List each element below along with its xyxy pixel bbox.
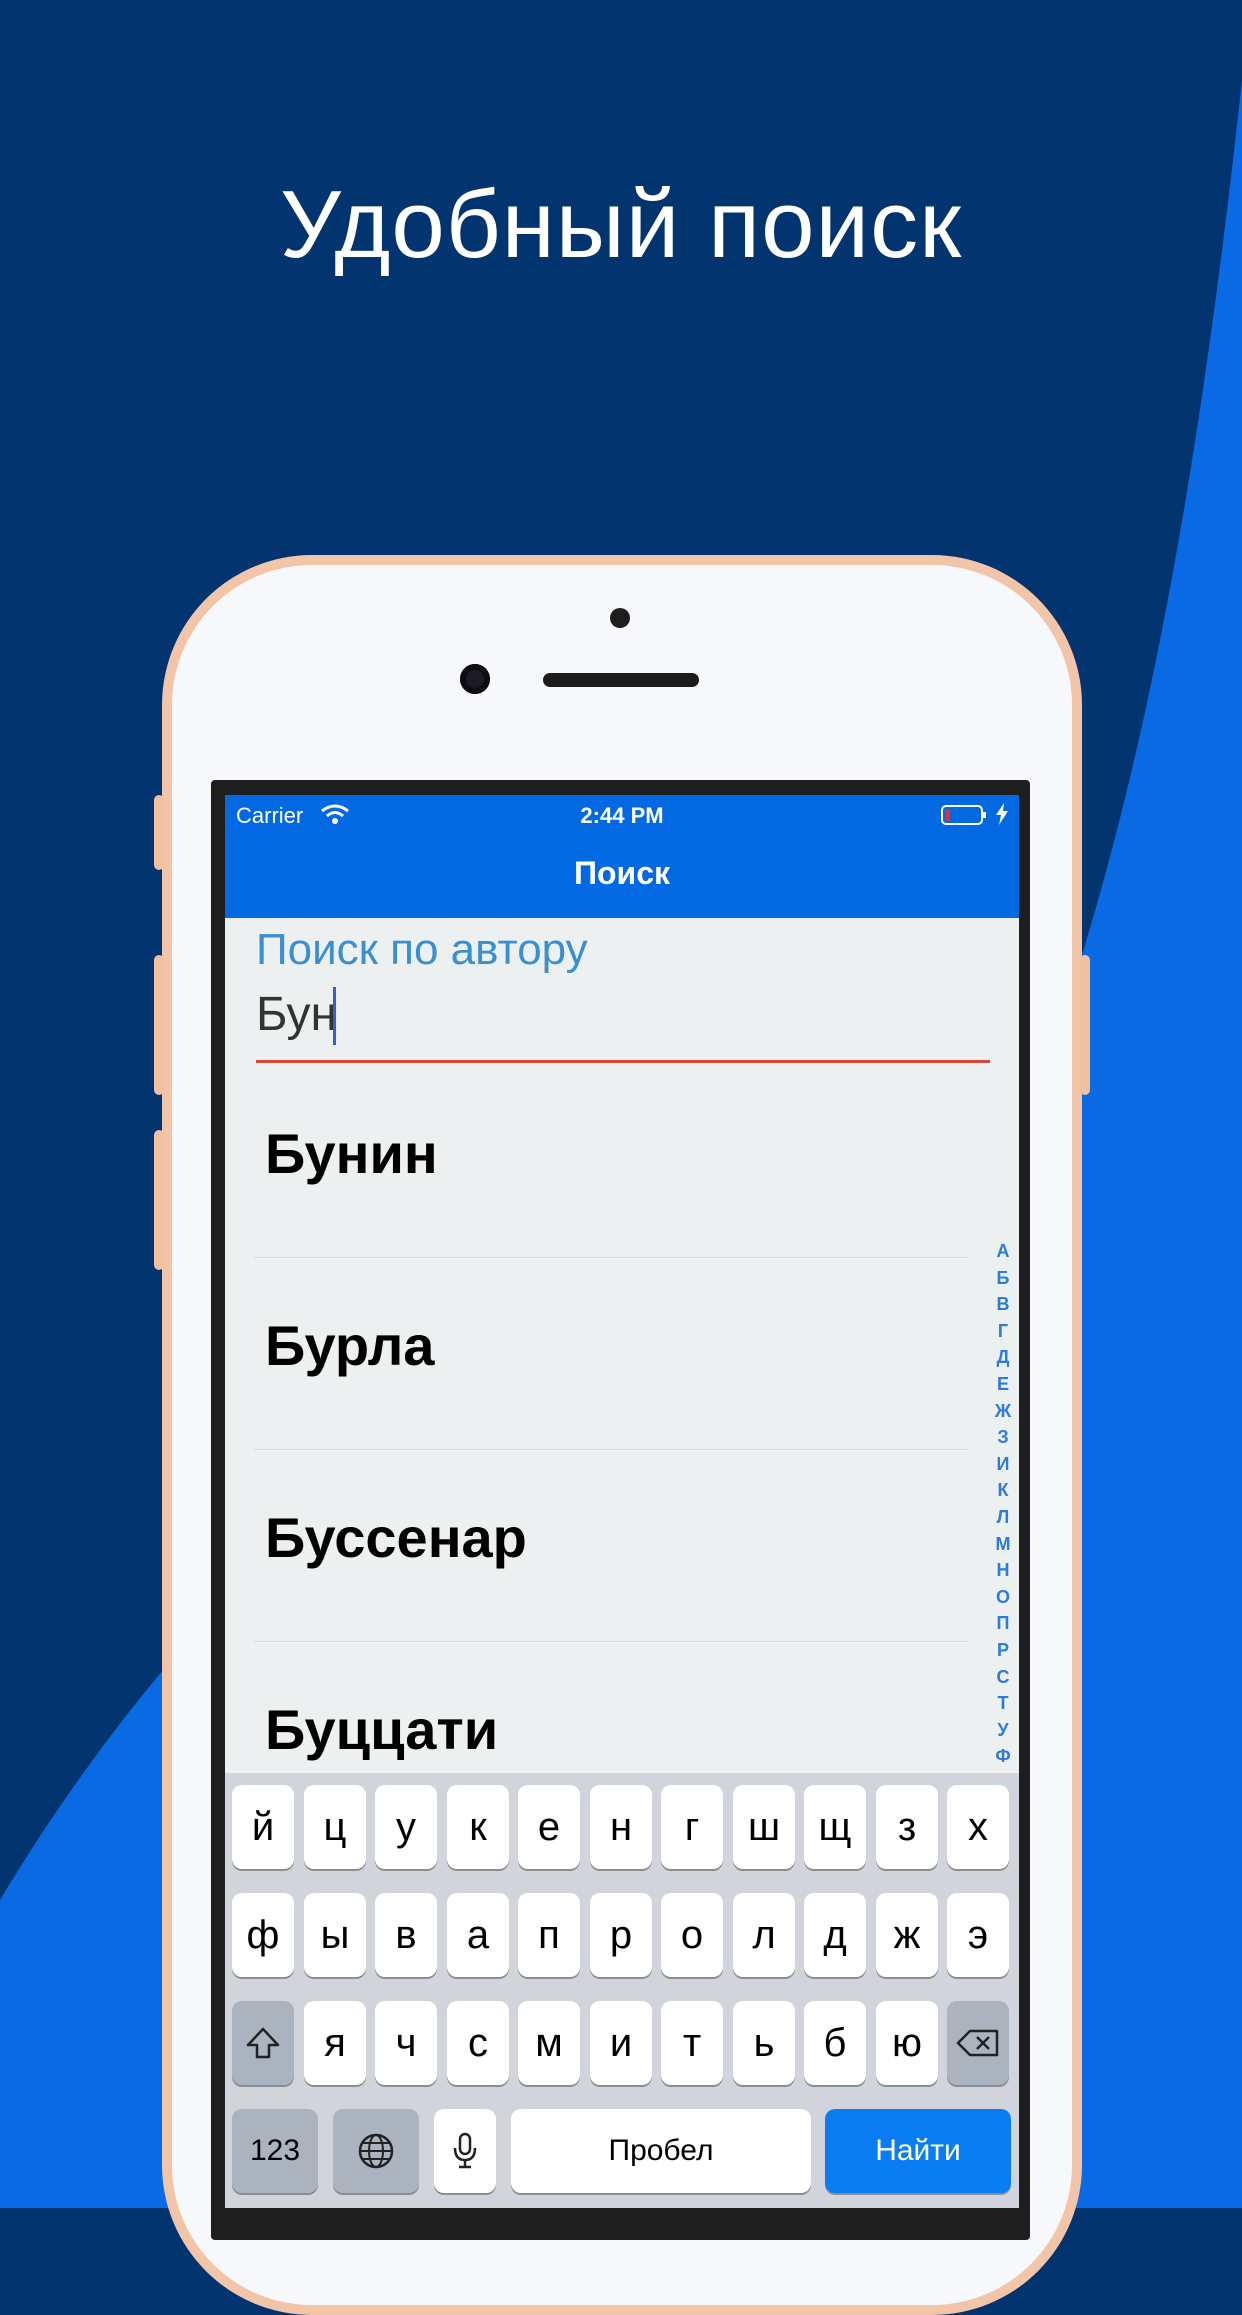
shift-key[interactable]: [232, 2001, 294, 2085]
result-label: Буццати: [265, 1698, 499, 1761]
key[interactable]: и: [590, 2001, 652, 2085]
index-letter[interactable]: О: [991, 1584, 1015, 1611]
key[interactable]: р: [590, 1893, 652, 1977]
key[interactable]: т: [661, 2001, 723, 2085]
volume-up-button: [154, 955, 164, 1095]
key[interactable]: с: [447, 2001, 509, 2085]
key[interactable]: э: [947, 1893, 1009, 1977]
keyboard: й ц у к е н г ш щ з х ф ы в а п р о л д …: [225, 1773, 1019, 2208]
index-letter[interactable]: Б: [991, 1265, 1015, 1292]
index-letter[interactable]: П: [991, 1610, 1015, 1637]
earpiece-speaker: [543, 673, 699, 687]
index-letter[interactable]: И: [991, 1451, 1015, 1478]
key[interactable]: х: [947, 1785, 1009, 1869]
key[interactable]: ч: [375, 2001, 437, 2085]
key[interactable]: о: [661, 1893, 723, 1977]
key[interactable]: е: [518, 1785, 580, 1869]
index-letter[interactable]: В: [991, 1291, 1015, 1318]
key[interactable]: а: [447, 1893, 509, 1977]
key[interactable]: я: [304, 2001, 366, 2085]
key[interactable]: щ: [804, 1785, 866, 1869]
key[interactable]: й: [232, 1785, 294, 1869]
key[interactable]: н: [590, 1785, 652, 1869]
index-letter[interactable]: З: [991, 1424, 1015, 1451]
status-time: 2:44 PM: [580, 803, 664, 828]
globe-icon: [358, 2133, 394, 2169]
volume-down-button: [154, 1130, 164, 1270]
key[interactable]: ж: [876, 1893, 938, 1977]
search-go-button[interactable]: Найти: [825, 2109, 1011, 2193]
search-field-label: Поиск по автору: [256, 925, 588, 974]
key[interactable]: г: [661, 1785, 723, 1869]
result-label: Буссенар: [265, 1506, 527, 1569]
key[interactable]: в: [375, 1893, 437, 1977]
key[interactable]: з: [876, 1785, 938, 1869]
microphone-icon: [453, 2132, 477, 2169]
navigation-bar: Поиск: [225, 835, 1019, 918]
index-letter[interactable]: Р: [991, 1637, 1015, 1664]
proximity-sensor: [610, 608, 630, 628]
key[interactable]: ф: [232, 1893, 294, 1977]
index-letter[interactable]: У: [991, 1717, 1015, 1744]
index-letter[interactable]: Л: [991, 1504, 1015, 1531]
key[interactable]: к: [447, 1785, 509, 1869]
status-bar: Carrier 2:44 PM: [225, 795, 1019, 835]
battery-icon: [941, 805, 986, 825]
backspace-key[interactable]: [947, 2001, 1009, 2085]
index-letter[interactable]: Н: [991, 1557, 1015, 1584]
key[interactable]: ш: [733, 1785, 795, 1869]
key[interactable]: л: [733, 1893, 795, 1977]
key[interactable]: у: [375, 1785, 437, 1869]
key[interactable]: ы: [304, 1893, 366, 1977]
index-letter[interactable]: С: [991, 1664, 1015, 1691]
shift-icon: [246, 2027, 280, 2059]
text-caret: [333, 987, 336, 1045]
headline: Удобный поиск: [279, 171, 963, 278]
space-key[interactable]: Пробел: [511, 2109, 811, 2193]
index-letter[interactable]: Ж: [991, 1398, 1015, 1425]
index-letter[interactable]: Д: [991, 1344, 1015, 1371]
key[interactable]: д: [804, 1893, 866, 1977]
key[interactable]: ц: [304, 1785, 366, 1869]
list-item[interactable]: Буссенар: [265, 1449, 965, 1641]
microphone-key[interactable]: [434, 2109, 496, 2193]
index-letter[interactable]: К: [991, 1477, 1015, 1504]
index-letter[interactable]: М: [991, 1531, 1015, 1558]
index-letter[interactable]: Г: [991, 1318, 1015, 1345]
key[interactable]: ю: [876, 2001, 938, 2085]
power-button: [1080, 955, 1090, 1095]
front-camera: [460, 664, 490, 694]
silent-switch: [154, 795, 164, 870]
result-label: Бунин: [265, 1122, 438, 1185]
list-item[interactable]: Бунин: [265, 1065, 965, 1257]
alphabet-index[interactable]: АБВГДЕЖЗИКЛМНОПРСТУФ: [991, 1238, 1015, 1770]
nav-title: Поиск: [573, 855, 671, 891]
list-item[interactable]: Бурла: [265, 1257, 965, 1449]
backspace-icon: [956, 2029, 999, 2057]
index-letter[interactable]: А: [991, 1238, 1015, 1265]
numbers-key[interactable]: 123: [232, 2109, 318, 2193]
key[interactable]: ь: [733, 2001, 795, 2085]
key[interactable]: м: [518, 2001, 580, 2085]
charging-bolt-icon: [996, 803, 1008, 825]
index-letter[interactable]: Е: [991, 1371, 1015, 1398]
globe-key[interactable]: [333, 2109, 419, 2193]
app-screen: Carrier 2:44 PM Поиск Поиск по автору Бу…: [225, 795, 1019, 2208]
index-letter[interactable]: Т: [991, 1690, 1015, 1717]
result-label: Бурла: [265, 1314, 435, 1377]
search-input[interactable]: Бун: [256, 987, 337, 1042]
search-underline: [256, 1060, 990, 1063]
index-letter[interactable]: Ф: [991, 1743, 1015, 1770]
key[interactable]: б: [804, 2001, 866, 2085]
key[interactable]: п: [518, 1893, 580, 1977]
